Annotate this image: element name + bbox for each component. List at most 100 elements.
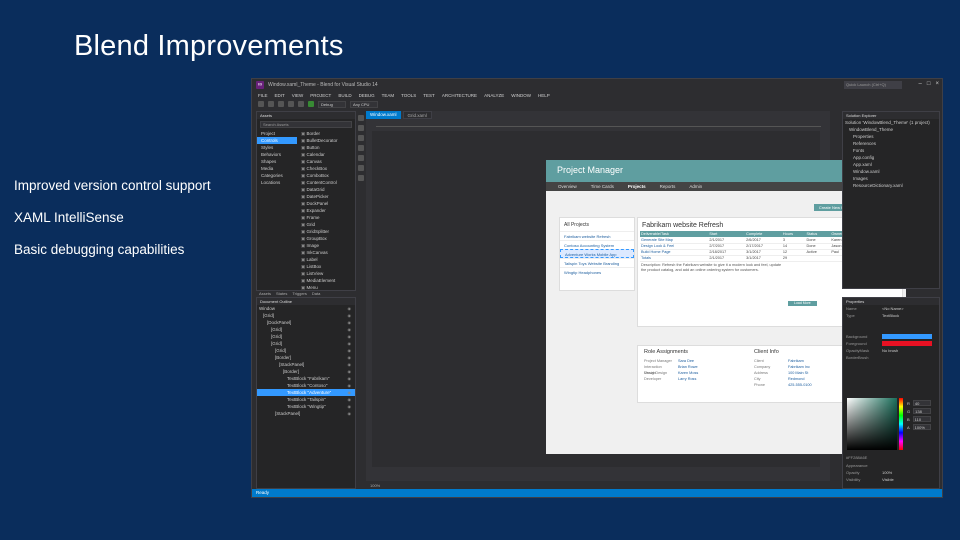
asset-item[interactable]: Image [297, 242, 338, 249]
color-picker[interactable] [847, 398, 897, 450]
assets-category-item[interactable]: Locations [257, 179, 297, 186]
visibility-icon[interactable]: ◉ [348, 403, 352, 410]
assignment-person[interactable]: Larry Ross [678, 376, 696, 382]
outline-row[interactable]: [Grid] ◉ [257, 347, 355, 354]
asset-item[interactable]: MediaElement [297, 277, 338, 284]
name-value[interactable]: <No Name> [882, 305, 904, 312]
maximize-icon[interactable]: □ [927, 81, 931, 87]
start-icon[interactable] [308, 101, 314, 107]
solution-item[interactable]: Properties [843, 133, 939, 140]
asset-item[interactable]: DatePicker [297, 193, 338, 200]
asset-item[interactable]: Canvas [297, 158, 338, 165]
asset-item[interactable]: Border [297, 130, 338, 137]
menu-item-build[interactable]: BUILD [338, 93, 351, 98]
asset-item[interactable]: Menu [297, 284, 338, 291]
visibility-icon[interactable]: ◉ [348, 305, 352, 312]
brush-swatch[interactable] [882, 334, 932, 339]
assets-category-item[interactable]: Categories [257, 172, 297, 179]
asset-item[interactable]: GroupBox [297, 235, 338, 242]
app-nav-item[interactable]: Admin [689, 182, 702, 191]
visibility-icon[interactable]: ◉ [348, 347, 352, 354]
minimize-icon[interactable]: – [919, 81, 922, 87]
asset-item[interactable]: Grid [297, 221, 338, 228]
menu-item-architecture[interactable]: ARCHITECTURE [442, 93, 477, 98]
assets-category-item[interactable]: Controls [257, 137, 297, 144]
menu-item-window[interactable]: WINDOW [511, 93, 531, 98]
asset-item[interactable]: Expander [297, 207, 338, 214]
menu-item-file[interactable]: FILE [258, 93, 268, 98]
brush-swatch[interactable] [882, 341, 932, 346]
asset-item[interactable]: GridSplitter [297, 228, 338, 235]
asset-item[interactable]: Button [297, 144, 338, 151]
grid-tool-icon[interactable] [358, 165, 364, 171]
asset-item[interactable]: ListView [297, 270, 338, 277]
brush-row[interactable]: Background [843, 333, 939, 340]
menu-item-team[interactable]: TEAM [382, 93, 395, 98]
channel-input[interactable]: 40 [912, 400, 931, 406]
solution-item[interactable]: Solution 'WindowBlend_Theme' (1 project) [843, 119, 939, 126]
assets-search-input[interactable]: Search Assets [260, 121, 352, 128]
outline-row[interactable]: TextBlock "Wingtip" ◉ [257, 403, 355, 410]
visibility-icon[interactable]: ◉ [348, 354, 352, 361]
hex-value[interactable]: #FF288A6E [846, 454, 882, 461]
asset-item[interactable]: Calendar [297, 151, 338, 158]
menu-item-edit[interactable]: EDIT [275, 93, 285, 98]
config-dropdown[interactable]: Debug [318, 100, 346, 108]
visibility-icon[interactable]: ◉ [348, 396, 352, 403]
undo-icon[interactable] [288, 101, 294, 107]
save-icon[interactable] [278, 101, 284, 107]
app-nav-item[interactable]: Projects [628, 182, 646, 191]
quick-launch-input[interactable]: Quick Launch (Ctrl+Q) [844, 81, 902, 89]
channel-input[interactable]: 110 [912, 416, 931, 422]
redo-icon[interactable] [298, 101, 304, 107]
menu-item-tools[interactable]: TOOLS [401, 93, 416, 98]
brush-value[interactable]: No brush [882, 347, 898, 354]
rectangle-tool-icon[interactable] [358, 155, 364, 161]
brush-row[interactable]: BorderBrush [843, 354, 939, 361]
text-tool-icon[interactable] [358, 175, 364, 181]
outline-row[interactable]: [DockPanel] ◉ [257, 319, 355, 326]
outline-row[interactable]: TextBlock "Adventure" ◉ [257, 389, 355, 396]
visibility-icon[interactable]: ◉ [348, 375, 352, 382]
load-more-button[interactable]: Load More [788, 301, 817, 306]
menu-item-project[interactable]: PROJECT [310, 93, 331, 98]
solution-item[interactable]: App.config [843, 154, 939, 161]
document-tab[interactable]: Window.xaml [366, 111, 401, 119]
asset-item[interactable]: BulletDecorator [297, 137, 338, 144]
solution-item[interactable]: References [843, 140, 939, 147]
asset-item[interactable]: CheckBox [297, 165, 338, 172]
app-nav-item[interactable]: Time Cards [591, 182, 614, 191]
zoom-tool-icon[interactable] [358, 135, 364, 141]
solution-item[interactable]: WindowBlend_Theme [843, 126, 939, 133]
solution-item[interactable]: Images [843, 175, 939, 182]
assets-category-item[interactable]: Styles [257, 144, 297, 151]
visibility-icon[interactable]: ◉ [348, 361, 352, 368]
assets-category-item[interactable]: Shapes [257, 158, 297, 165]
outline-row[interactable]: TextBlock "Fabrikam" ◉ [257, 375, 355, 382]
visibility-icon[interactable]: ◉ [348, 389, 352, 396]
back-icon[interactable] [258, 101, 264, 107]
channel-input[interactable]: 100% [912, 424, 931, 430]
menu-item-test[interactable]: TEST [423, 93, 435, 98]
outline-row[interactable]: [StackPanel] ◉ [257, 410, 355, 417]
outline-row[interactable]: [Grid] ◉ [257, 312, 355, 319]
hue-slider[interactable] [899, 398, 903, 450]
channel-input[interactable]: 138 [913, 408, 932, 414]
close-icon[interactable]: × [935, 81, 939, 87]
asset-item[interactable]: DockPanel [297, 200, 338, 207]
assets-category-item[interactable]: Behaviors [257, 151, 297, 158]
asset-item[interactable]: Label [297, 256, 338, 263]
document-tab[interactable]: Grid.xaml [402, 111, 432, 119]
visibility-value[interactable]: Visible [882, 476, 894, 483]
solution-item[interactable]: App.xaml [843, 161, 939, 168]
visibility-icon[interactable]: ◉ [348, 382, 352, 389]
asset-item[interactable]: Frame [297, 214, 338, 221]
menu-item-view[interactable]: VIEW [292, 93, 304, 98]
forward-icon[interactable] [268, 101, 274, 107]
visibility-icon[interactable]: ◉ [348, 333, 352, 340]
platform-dropdown[interactable]: Any CPU [350, 100, 378, 108]
menu-item-analyze[interactable]: ANALYZE [484, 93, 504, 98]
visibility-icon[interactable]: ◉ [348, 326, 352, 333]
project-list-item[interactable]: Adventure Works Mobile App [560, 249, 634, 258]
outline-row[interactable]: [Border] ◉ [257, 354, 355, 361]
